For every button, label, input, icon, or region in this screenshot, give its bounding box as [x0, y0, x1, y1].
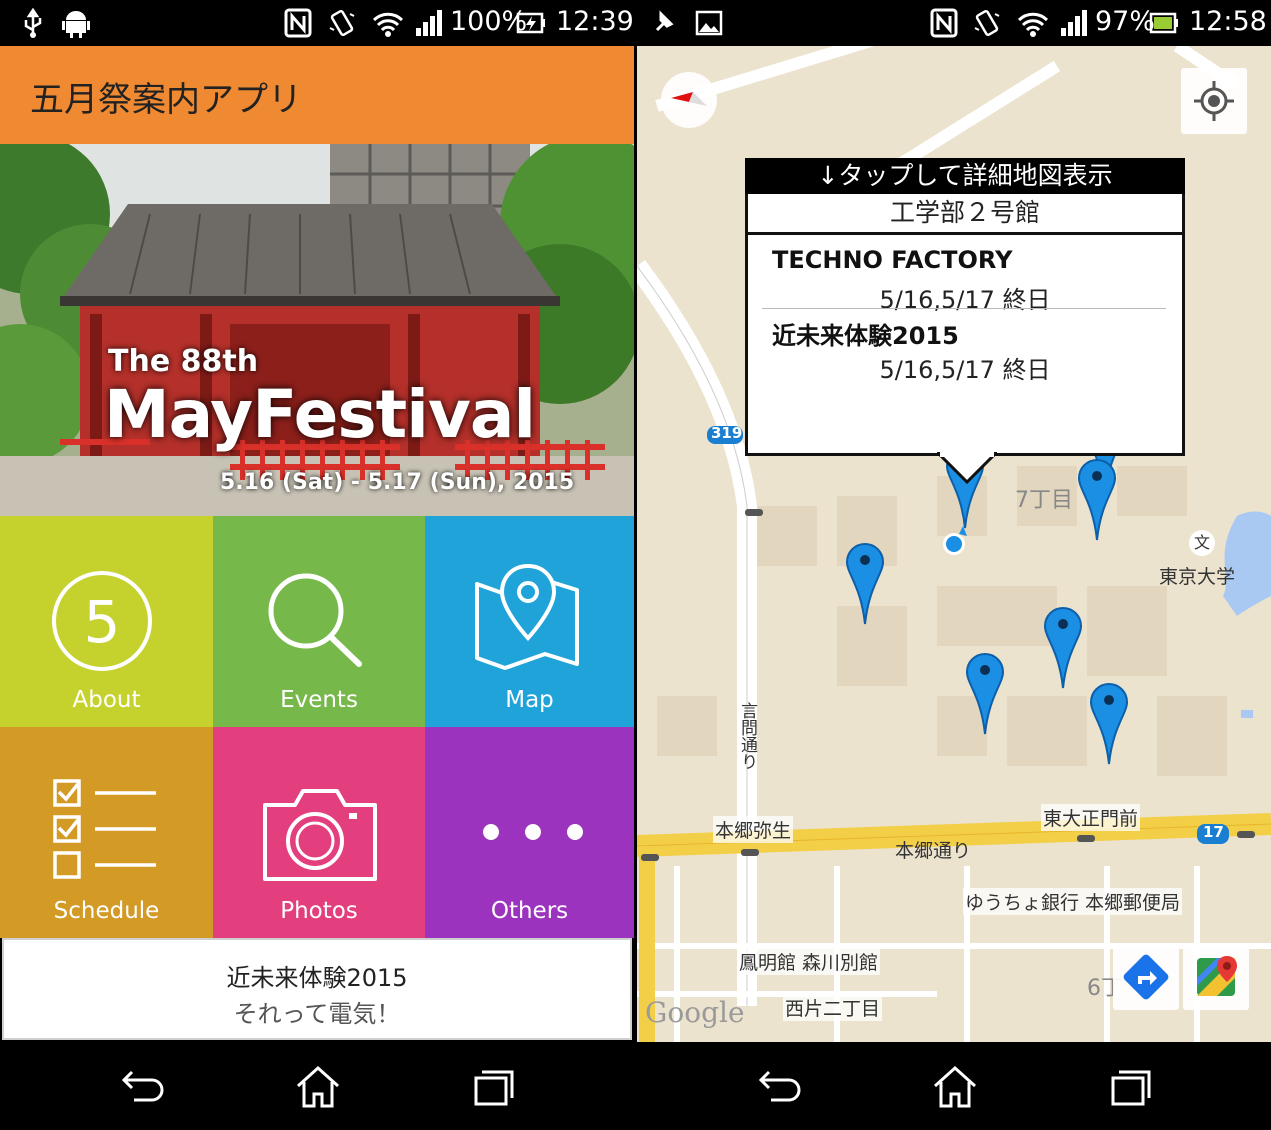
my-location-icon	[1194, 81, 1234, 121]
map-pin[interactable]	[965, 652, 1005, 736]
route-17-label: 17	[1203, 823, 1224, 841]
university-label: 東京大学	[1159, 566, 1236, 588]
menu-tile-map[interactable]: Map	[425, 516, 634, 727]
houmeikan-label: 鳳明館 森川別館	[737, 948, 881, 975]
back-icon[interactable]	[749, 1062, 809, 1112]
vibrate-icon	[974, 9, 1000, 37]
app-title: 五月祭案内アプリ	[30, 80, 302, 120]
google-maps-icon	[1197, 956, 1237, 996]
wifi-icon	[1017, 12, 1049, 37]
camera-icon	[263, 789, 377, 881]
news-ticker[interactable]: 近未来体験2015 それって電気！	[2, 938, 632, 1040]
street-hongo-label: 本郷通り	[895, 840, 972, 862]
phone-screen-left: 100% 12:39 五月祭案内アプリ The 88th MayFestival…	[0, 0, 634, 1130]
signal-icon	[1061, 10, 1087, 36]
checklist-icon	[53, 779, 156, 879]
map-pin[interactable]	[1043, 606, 1083, 690]
nav-bar	[637, 1042, 1271, 1130]
menu-label: Map	[505, 687, 554, 713]
status-bar: 97% 12:58	[637, 0, 1271, 46]
recents-icon[interactable]	[464, 1062, 524, 1112]
popup-body: 工学部２号館 TECHNO FACTORY 5/16,5/17 終日 近未来体験…	[745, 194, 1185, 456]
popup-pointer	[937, 452, 997, 484]
event-date: 5/16,5/17 終日	[879, 356, 1051, 384]
current-location-marker	[943, 526, 967, 555]
hero-dates: 5.16 (Sat) - 5.17 (Sun), 2015	[220, 470, 575, 495]
menu-label: About	[72, 687, 141, 713]
home-icon[interactable]	[925, 1062, 985, 1112]
hero-banner[interactable]: The 88th MayFestival 5.16 (Sat) - 5.17 (…	[0, 144, 634, 516]
nfc-icon	[930, 8, 958, 38]
menu-tile-events[interactable]: Events	[213, 516, 425, 727]
map-pin[interactable]	[1077, 458, 1117, 542]
svg-text:5: 5	[84, 588, 121, 656]
menu-tile-others[interactable]: Others	[425, 727, 634, 938]
search-icon	[268, 573, 362, 667]
nishikata-label: 西片二丁目	[783, 994, 883, 1021]
event-separator	[762, 308, 1166, 309]
menu-label: Events	[280, 687, 358, 713]
usb-icon	[24, 8, 42, 38]
event-date: 5/16,5/17 終日	[879, 286, 1051, 314]
status-time: 12:58	[1189, 6, 1267, 37]
map-pin[interactable]	[1089, 682, 1129, 766]
popup-header[interactable]: ↓タップして詳細地図表示	[745, 158, 1185, 194]
building-info-popup[interactable]: ↓タップして詳細地図表示 工学部２号館 TECHNO FACTORY 5/16,…	[745, 158, 1185, 484]
event-name: 近未来体験2015	[772, 322, 959, 350]
menu-tile-photos[interactable]: Photos	[213, 727, 425, 938]
menu-tile-about[interactable]: 5 About	[0, 516, 213, 727]
route-319-label: 319	[711, 424, 743, 442]
hongo-yayoi-label: 本郷弥生	[713, 816, 794, 843]
signal-icon	[416, 10, 442, 36]
compass-button[interactable]	[661, 72, 717, 128]
map-view[interactable]: 319 17 7丁目 文 東京大学 言問通り 本郷弥生 東大正門前 本郷通り ゆ…	[637, 46, 1271, 1042]
status-bar: 100% 12:39	[0, 0, 634, 46]
pin-notification-icon	[655, 10, 674, 32]
vibrate-icon	[329, 9, 355, 37]
recents-icon[interactable]	[1101, 1062, 1161, 1112]
building-name: 工学部２号館	[748, 194, 1182, 235]
google-logo: Google	[645, 996, 745, 1029]
image-icon	[695, 10, 723, 36]
battery-icon	[1149, 12, 1178, 34]
status-time: 12:39	[556, 6, 634, 37]
battery-percent: 97%	[1095, 6, 1156, 37]
more-icon	[483, 824, 583, 840]
university-symbol: 文	[1189, 530, 1215, 556]
my-location-button[interactable]	[1181, 68, 1247, 134]
news-subtitle: それって電気！	[233, 1000, 401, 1028]
event-name: TECHNO FACTORY	[772, 246, 1013, 274]
directions-icon	[1123, 954, 1169, 1000]
block-7chome-label: 7丁目	[1015, 488, 1073, 513]
calendar-5-icon: 5	[52, 571, 152, 671]
google-maps-button[interactable]	[1183, 944, 1249, 1010]
home-icon[interactable]	[288, 1062, 348, 1112]
back-icon[interactable]	[112, 1062, 172, 1112]
hero-title: MayFestival	[104, 376, 536, 453]
android-icon	[62, 11, 90, 38]
hero-subtitle: The 88th	[108, 344, 259, 379]
menu-label: Others	[490, 898, 569, 924]
directions-button[interactable]	[1113, 944, 1179, 1010]
menu-label: Photos	[280, 898, 358, 924]
menu-label: Schedule	[53, 898, 160, 924]
menu-tile-schedule[interactable]: Schedule	[0, 727, 213, 938]
battery-charging-icon	[516, 12, 545, 34]
map-pin[interactable]	[845, 542, 885, 626]
post-office-label: ゆうちょ銀行 本郷郵便局	[963, 888, 1183, 915]
nfc-icon	[284, 8, 312, 38]
phone-screen-right: 97% 12:58 319 17 7丁目 文 東京大学 言問通り 本郷弥生 東大…	[637, 0, 1271, 1130]
gate-photo	[0, 144, 634, 516]
map-icon	[475, 563, 579, 670]
todai-seimon-label: 東大正門前	[1041, 804, 1141, 831]
app-bar: 五月祭案内アプリ	[0, 46, 634, 144]
wifi-icon	[372, 12, 404, 37]
compass-icon	[671, 92, 707, 106]
news-title: 近未来体験2015	[226, 964, 408, 992]
nav-bar	[0, 1042, 634, 1130]
street-kototoi-label: 言問通り	[737, 702, 757, 770]
